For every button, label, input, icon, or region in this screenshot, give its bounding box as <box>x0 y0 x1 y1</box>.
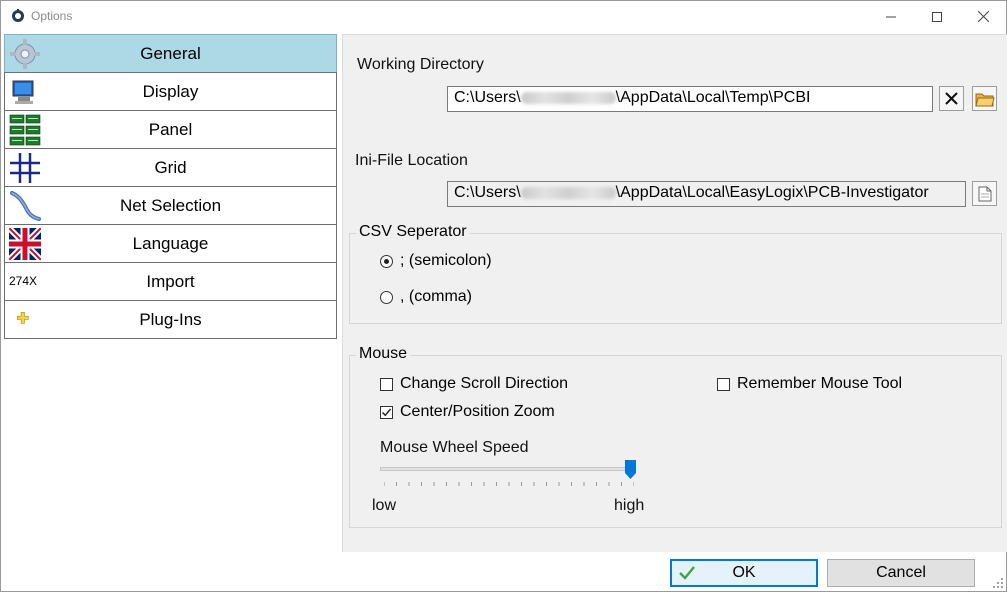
grid-icon <box>10 153 40 183</box>
csv-separator-group: CSV Seperator ; (semicolon) , (comma) <box>349 223 1002 324</box>
panel-icon <box>9 114 41 146</box>
center-position-zoom-checkbox[interactable]: Center/Position Zoom <box>380 403 555 421</box>
wheel-speed-slider-thumb[interactable] <box>625 460 636 479</box>
csv-separator-title: CSV Seperator <box>356 223 470 241</box>
clear-working-directory-button[interactable] <box>939 86 964 111</box>
nav-item-label: Language <box>132 233 209 253</box>
maximize-button[interactable] <box>914 1 960 32</box>
nav-item-net-selection[interactable]: Net Selection <box>4 186 337 225</box>
minimize-button[interactable] <box>868 1 914 32</box>
change-scroll-direction-checkbox[interactable]: Change Scroll Direction <box>380 375 568 393</box>
ini-file-location-label: Ini-File Location <box>355 152 468 169</box>
minimize-icon <box>886 16 896 17</box>
close-button[interactable] <box>960 1 1006 32</box>
radio-button[interactable] <box>380 290 393 304</box>
slider-high-label: high <box>614 497 645 514</box>
checkbox[interactable] <box>380 377 393 391</box>
monitor-icon <box>12 80 34 104</box>
resize-grip-icon[interactable] <box>992 577 1004 589</box>
remember-mouse-tool-checkbox[interactable]: Remember Mouse Tool <box>717 375 902 393</box>
window-title: Options <box>31 9 73 23</box>
redacted-username <box>520 186 616 199</box>
nav-item-panel[interactable]: Panel <box>4 110 337 149</box>
clear-icon <box>945 92 958 105</box>
nav-item-label: Import <box>146 271 195 291</box>
checkmark-icon <box>679 566 695 580</box>
radio-comma[interactable]: , (comma) <box>380 288 472 306</box>
browse-working-directory-button[interactable] <box>972 86 997 111</box>
uk-flag-icon <box>9 228 41 260</box>
nav-item-label: Panel <box>148 119 193 139</box>
folder-icon <box>974 93 995 106</box>
title-bar: Options <box>1 1 1006 32</box>
mouse-wheel-speed-label: Mouse Wheel Speed <box>380 439 529 456</box>
ok-button[interactable]: OK <box>670 559 818 587</box>
nav-item-language[interactable]: Language <box>4 224 337 263</box>
document-icon <box>978 186 991 201</box>
nav-item-grid[interactable]: Grid <box>4 148 337 187</box>
redacted-username <box>520 91 616 104</box>
nav-item-label: Display <box>142 81 199 101</box>
general-settings-panel: Working Directory C:\Users\ \AppData\Loca… <box>342 34 1007 552</box>
app-icon <box>12 9 24 22</box>
import-icon: 274X <box>9 274 38 288</box>
nav-item-plug-ins[interactable]: Plug-Ins <box>4 300 337 339</box>
ini-file-location-field[interactable]: C:\Users\ \AppData\Local\EasyLogix\PCB-In… <box>447 181 966 207</box>
options-window: Options General Display Panel Grid Net S… <box>0 0 1007 592</box>
gear-icon <box>10 39 40 69</box>
plugin-icon <box>16 311 29 324</box>
nav-item-label: Net Selection <box>119 195 222 215</box>
slider-low-label: low <box>372 497 397 514</box>
mouse-group: Mouse Change Scroll Direction Remember M… <box>349 345 1002 528</box>
nav-item-label: General <box>140 43 201 63</box>
nav-item-import[interactable]: 274X Import <box>4 262 337 301</box>
wheel-speed-slider-track[interactable] <box>380 467 634 471</box>
slider-ticks <box>384 482 634 486</box>
mouse-title: Mouse <box>356 345 411 363</box>
nav-item-display[interactable]: Display <box>4 72 337 111</box>
checkbox[interactable] <box>717 377 730 391</box>
cancel-button[interactable]: Cancel <box>827 559 975 587</box>
nav-item-label: Grid <box>154 157 187 177</box>
working-directory-field[interactable]: C:\Users\ \AppData\Local\Temp\PCBI <box>447 86 933 112</box>
net-selection-icon <box>10 191 41 221</box>
checkbox[interactable] <box>380 405 393 419</box>
close-icon <box>977 11 989 22</box>
radio-semicolon[interactable]: ; (semicolon) <box>380 252 492 270</box>
working-directory-label: Working Directory <box>357 56 484 73</box>
open-ini-file-button[interactable] <box>972 181 997 206</box>
maximize-icon <box>932 11 942 22</box>
nav-item-general[interactable]: General <box>4 34 337 73</box>
checkmark-icon <box>382 408 392 416</box>
options-nav: General Display Panel Grid Net Selection… <box>4 34 337 339</box>
nav-item-label: Plug-Ins <box>139 309 202 329</box>
radio-button[interactable] <box>380 254 393 268</box>
